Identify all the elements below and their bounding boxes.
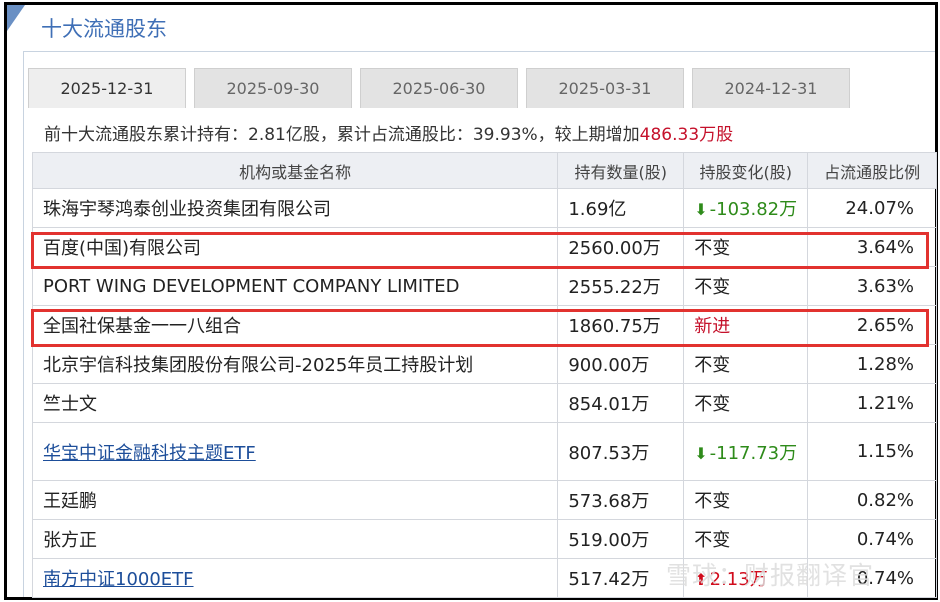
holding-change: 不变 (694, 530, 731, 551)
holding-quantity: 573.68万 (557, 480, 685, 520)
watermark: 雪球：财报翻译官 (666, 561, 875, 590)
table-row: 竺士文 854.01万 不变 1.21% (31, 383, 937, 423)
holder-name-link[interactable]: 南方中证1000ETF (43, 569, 194, 590)
summary-line: 前十大流通股东累计持有：2.81亿股，累计占流通股比：39.93%，较上期增加4… (44, 120, 733, 145)
holding-quantity: 2555.22万 (557, 266, 685, 306)
holding-quantity: 807.53万 (557, 422, 685, 481)
tab-2025-06-30[interactable]: 2025-06-30 (360, 68, 518, 108)
holding-change-cell: 不变 (683, 383, 809, 423)
holding-change-cell: 不变 (683, 266, 809, 306)
header-quantity: 持有数量(股) (557, 152, 685, 189)
table-row: 全国社保基金一一八组合 1860.75万 新进 2.65% (31, 305, 937, 345)
table-row: 张方正 519.00万 不变 0.74% (31, 519, 937, 559)
holding-quantity: 519.00万 (557, 519, 685, 559)
holding-change-cell: ⬇ -117.73万 (683, 422, 809, 481)
holder-name: 北京宇信科技集团股份有限公司-2025年员工持股计划 (43, 355, 474, 376)
holder-name: 王廷鹏 (43, 491, 97, 512)
holding-change: 不变 (694, 277, 731, 298)
holder-name-cell: 张方正 (31, 519, 559, 559)
float-share-ratio: 3.64% (807, 227, 937, 267)
holding-change-cell: 不变 (683, 519, 809, 559)
holder-name-cell: 竺士文 (31, 383, 559, 423)
holder-name: 珠海宇琴鸿泰创业投资集团有限公司 (43, 199, 331, 220)
holding-change: 不变 (694, 355, 731, 376)
holder-name: 全国社保基金一一八组合 (43, 316, 241, 337)
summary-increase: 486.33万股 (639, 125, 734, 145)
holding-change-cell: 不变 (683, 480, 809, 520)
table-row: 珠海宇琴鸿泰创业投资集团有限公司 1.69亿 ⬇ -103.82万 24.07% (31, 188, 937, 228)
holding-change: 不变 (694, 394, 731, 415)
header-name: 机构或基金名称 (31, 152, 559, 189)
tab-2024-12-31[interactable]: 2024-12-31 (692, 68, 850, 108)
holder-name: 张方正 (43, 530, 97, 551)
holder-name-link[interactable]: 华宝中证金融科技主题ETF (43, 443, 256, 464)
summary-text: 前十大流通股东累计持有：2.81亿股，累计占流通股比：39.93%，较上期增加 (44, 125, 640, 145)
holding-quantity: 1860.75万 (557, 305, 685, 345)
holder-name: 百度(中国)有限公司 (43, 238, 202, 259)
arrow-down-icon: ⬇ (694, 443, 708, 463)
holding-quantity: 854.01万 (557, 383, 685, 423)
holder-name-cell: PORT WING DEVELOPMENT COMPANY LIMITED (31, 266, 559, 306)
holder-name-cell: 北京宇信科技集团股份有限公司-2025年员工持股计划 (31, 344, 559, 384)
tab-2025-12-31[interactable]: 2025-12-31 (28, 68, 186, 108)
holding-change-cell: ⬇ -103.82万 (683, 188, 809, 228)
float-share-ratio: 1.21% (807, 383, 937, 423)
holding-change: 不变 (694, 491, 731, 512)
panel-title: 十大流通股东 (41, 17, 167, 41)
holding-change-cell: 新进 (683, 305, 809, 345)
table-row: 百度(中国)有限公司 2560.00万 不变 3.64% (31, 227, 937, 267)
holding-quantity: 517.42万 (557, 558, 685, 598)
holder-name-cell: 王廷鹏 (31, 480, 559, 520)
float-share-ratio: 1.28% (807, 344, 937, 384)
holder-name-cell: 南方中证1000ETF (31, 558, 559, 598)
holder-name-cell: 华宝中证金融科技主题ETF (31, 422, 559, 481)
table-row: PORT WING DEVELOPMENT COMPANY LIMITED 255… (31, 266, 937, 306)
float-share-ratio: 3.63% (807, 266, 937, 306)
holding-change: 不变 (694, 238, 731, 259)
holding-change: -103.82万 (709, 199, 798, 220)
holding-quantity: 1.69亿 (557, 188, 685, 228)
holder-name-cell: 全国社保基金一一八组合 (31, 305, 559, 345)
holding-quantity: 900.00万 (557, 344, 685, 384)
holder-name: 竺士文 (43, 394, 97, 415)
table-header-row: 机构或基金名称 持有数量(股) 持股变化(股) 占流通股比例 (31, 152, 937, 189)
corner-decoration (7, 5, 25, 31)
float-share-ratio: 0.82% (807, 480, 937, 520)
holder-name-cell: 百度(中国)有限公司 (31, 227, 559, 267)
float-share-ratio: 0.74% (807, 519, 937, 559)
holding-quantity: 2560.00万 (557, 227, 685, 267)
shareholders-table: 机构或基金名称 持有数量(股) 持股变化(股) 占流通股比例 珠海宇琴鸿泰创业投… (31, 152, 937, 598)
float-share-ratio: 2.65% (807, 305, 937, 345)
holding-change: -117.73万 (709, 442, 798, 464)
tab-2025-09-30[interactable]: 2025-09-30 (194, 68, 352, 108)
holder-name: PORT WING DEVELOPMENT COMPANY LIMITED (43, 275, 460, 297)
float-share-ratio: 1.15% (807, 422, 937, 481)
holding-change-cell: 不变 (683, 227, 809, 267)
header-change: 持股变化(股) (683, 152, 809, 189)
arrow-down-icon: ⬇ (694, 200, 708, 219)
float-share-ratio: 24.07% (807, 188, 937, 228)
table-row: 王廷鹏 573.68万 不变 0.82% (31, 480, 937, 520)
table-row: 华宝中证金融科技主题ETF 807.53万 ⬇ -117.73万 1.15% (31, 422, 937, 481)
holder-name-cell: 珠海宇琴鸿泰创业投资集团有限公司 (31, 188, 559, 228)
holding-change-cell: 不变 (683, 344, 809, 384)
tab-2025-03-31[interactable]: 2025-03-31 (526, 68, 684, 108)
holding-change: 新进 (694, 316, 731, 337)
table-row: 北京宇信科技集团股份有限公司-2025年员工持股计划 900.00万 不变 1.28% (31, 344, 937, 384)
header-ratio: 占流通股比例 (807, 152, 937, 189)
